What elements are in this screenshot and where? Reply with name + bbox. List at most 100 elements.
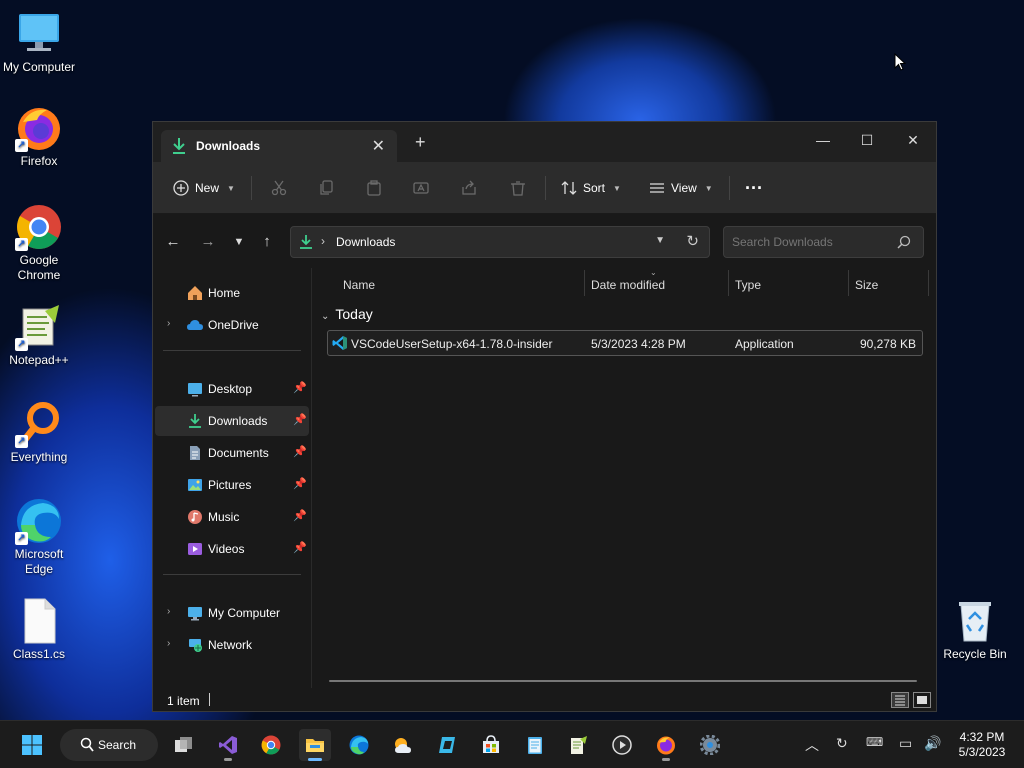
taskbar-edge[interactable] [343,729,375,761]
nav-item-videos[interactable]: Videos 📌 [155,534,309,564]
desktop-icon-recycle-bin[interactable]: Recycle Bin [936,597,1014,662]
pin-icon[interactable]: 📌 [293,541,307,554]
minimize-button[interactable]: — [801,128,845,152]
desktop-icon-notepad-plus-plus[interactable]: ↗ Notepad++ [0,303,78,368]
tiles-view-icon [917,696,927,704]
forward-button[interactable]: → [198,232,218,252]
pin-icon[interactable]: 📌 [293,445,307,458]
copy-button[interactable] [318,176,334,200]
nav-item-downloads[interactable]: Downloads 📌 [155,406,309,436]
taskbar-media-player[interactable] [606,729,638,761]
expand-chevron-icon[interactable]: › [167,606,170,617]
monitor-icon [187,605,203,621]
breadcrumb-downloads[interactable]: Downloads [336,235,395,249]
nav-item-documents[interactable]: Documents 📌 [155,438,309,468]
sync-icon[interactable]: ↻ [836,735,848,752]
keyboard-icon[interactable]: ⌨ [866,735,883,749]
rename-button[interactable] [413,176,429,200]
recent-locations-button[interactable]: ▼ [229,232,249,252]
taskbar-chrome[interactable] [255,729,287,761]
tiles-view-button[interactable] [913,692,931,708]
pin-icon[interactable]: 📌 [293,477,307,490]
desktop-icon-my-computer[interactable]: My Computer [0,10,78,75]
expand-chevron-icon[interactable]: › [167,638,170,649]
scissors-icon [271,180,287,196]
taskbar-microsoft-store[interactable] [475,729,507,761]
more-options-button[interactable]: ··· [745,176,763,200]
column-header-size[interactable]: Size [855,278,878,292]
horizontal-scrollbar[interactable] [329,680,917,682]
edge-icon: ↗ [15,497,63,545]
column-divider[interactable] [928,270,929,296]
nav-item-network[interactable]: › Network [155,630,309,660]
tab-close-button[interactable]: ✕ [372,136,385,156]
column-divider[interactable] [728,270,729,296]
nav-item-pictures[interactable]: Pictures 📌 [155,470,309,500]
taskbar-firefox[interactable] [650,729,682,761]
up-button[interactable]: ↑ [257,232,277,252]
close-button[interactable]: ✕ [891,128,935,152]
column-divider[interactable] [584,270,585,296]
taskbar-azure-data-studio[interactable] [431,729,463,761]
refresh-button[interactable]: ↻ [686,232,699,250]
group-header-today[interactable]: ⌄ Today [321,306,373,322]
start-button[interactable] [16,729,48,761]
sort-button-label: Sort [583,181,606,195]
share-button[interactable] [461,176,477,200]
network-status-icon[interactable]: ▭ [899,735,912,752]
nav-item-onedrive[interactable]: › OneDrive [155,310,309,340]
delete-button[interactable] [510,176,526,200]
sort-icon [561,181,577,195]
taskbar-notepad-plus-plus[interactable] [562,729,594,761]
desktop-icon-google-chrome[interactable]: ↗ Google Chrome [0,203,78,283]
taskbar-file-explorer[interactable] [299,729,331,761]
shortcut-arrow-icon: ↗ [15,338,28,351]
cut-button[interactable] [271,176,287,200]
nav-item-my-computer[interactable]: › My Computer [155,598,309,628]
address-dropdown-icon[interactable]: ▼ [655,235,665,246]
system-clock[interactable]: 4:32 PM 5/3/2023 [950,730,1014,760]
clock-time: 4:32 PM [959,730,1005,744]
desktop-icon-firefox[interactable]: ↗ Firefox [0,104,78,169]
toolbar-divider [729,176,730,200]
nav-item-home[interactable]: Home [155,278,309,308]
address-bar[interactable]: › Downloads ▼ ↻ [290,226,710,258]
expand-chevron-icon[interactable]: › [167,318,170,329]
search-input[interactable] [723,226,924,258]
desktop-icon-class1-cs[interactable]: Class1.cs [0,597,78,662]
back-button[interactable]: ← [163,232,183,252]
pin-icon[interactable]: 📌 [293,509,307,522]
desktop-icon-microsoft-edge[interactable]: ↗ Microsoft Edge [0,497,78,577]
nav-item-desktop[interactable]: Desktop 📌 [155,374,309,404]
address-row: ← → ▼ ↑ › Downloads ▼ ↻ [153,214,936,268]
taskbar-notepad[interactable] [519,729,551,761]
desktop-icon-label: My Computer [2,60,76,74]
column-header-type[interactable]: Type [735,278,761,292]
pin-icon[interactable]: 📌 [293,413,307,426]
view-button-label: View [671,181,697,195]
desktop-icon-everything[interactable]: ↗ Everything [0,400,78,465]
sort-button[interactable]: Sort ▼ [561,176,621,200]
pin-icon[interactable]: 📌 [293,381,307,394]
taskbar-weather[interactable] [387,729,419,761]
column-divider[interactable] [848,270,849,296]
taskbar-settings[interactable] [694,729,726,761]
details-view-button[interactable] [891,692,909,708]
nav-divider [163,350,301,351]
volume-icon[interactable]: 🔊 [924,735,941,752]
column-header-date-modified[interactable]: Date modified [591,278,665,292]
tab-downloads[interactable]: Downloads ✕ [161,130,397,162]
taskbar-visual-studio[interactable] [212,729,244,761]
new-tab-button[interactable]: + [415,133,426,151]
column-header-name[interactable]: Name [343,278,375,292]
show-hidden-icons-chevron-icon[interactable]: ︿ [805,735,819,755]
view-button[interactable]: View ▼ [649,176,713,200]
file-row[interactable]: VSCodeUserSetup-x64-1.78.0-insider 5/3/2… [327,330,923,356]
paste-button[interactable] [366,176,382,200]
taskbar-search[interactable]: Search [60,729,158,761]
maximize-button[interactable]: ☐ [845,128,889,152]
new-button[interactable]: New ▼ [173,176,235,200]
pane-splitter[interactable] [311,268,312,688]
nav-item-music[interactable]: Music 📌 [155,502,309,532]
taskbar-task-view[interactable] [168,729,200,761]
